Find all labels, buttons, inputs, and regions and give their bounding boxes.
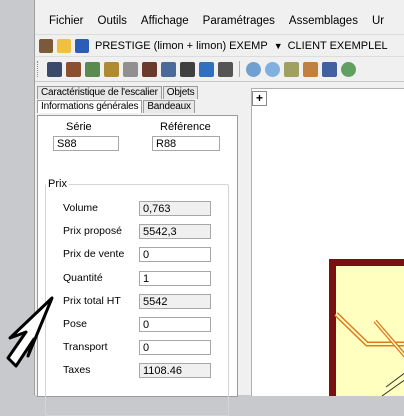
prix-row-label: Prix proposé xyxy=(63,225,122,237)
open-folder-icon[interactable] xyxy=(57,39,71,53)
prix-row-field[interactable]: 0,763 xyxy=(139,201,211,216)
layout-tool-icon[interactable] xyxy=(104,61,119,77)
flip-tool-icon[interactable] xyxy=(66,61,81,77)
reference-field[interactable]: R88 xyxy=(152,136,220,151)
stair-side-icon[interactable] xyxy=(142,61,157,77)
prix-row-field[interactable]: 0 xyxy=(139,317,211,332)
menu-parametrages[interactable]: Paramétrages xyxy=(196,15,282,27)
application-window: Fichier Outils Affichage Paramétrages As… xyxy=(34,0,404,416)
stair-3d-icon[interactable] xyxy=(218,61,233,77)
tab-informations-generales[interactable]: Informations générales xyxy=(37,100,143,113)
drawing-canvas[interactable] xyxy=(251,88,404,409)
prix-row-field[interactable]: 0 xyxy=(139,340,211,355)
tab-row-bottom: Informations générales Bandeaux xyxy=(37,100,196,113)
stair-tool-icon[interactable] xyxy=(47,61,62,77)
warning-icon[interactable] xyxy=(180,61,195,77)
project-icon[interactable] xyxy=(39,39,53,53)
tab-objets[interactable]: Objets xyxy=(162,86,199,99)
menu-outils[interactable]: Outils xyxy=(91,15,134,27)
toolbar-grip[interactable] xyxy=(37,61,41,77)
menu-assemblages[interactable]: Assemblages xyxy=(282,15,365,27)
toolbar-separator xyxy=(239,61,240,77)
prix-row-field[interactable]: 5542 xyxy=(139,294,211,309)
prix-row-label: Prix de vente xyxy=(63,248,125,260)
tab-row-top: Caractéristique de l'escalier Objets xyxy=(37,86,199,99)
project-toolbar: PRESTIGE (limon + limon) EXEMP ▼ CLIENT … xyxy=(35,34,404,57)
save-icon[interactable] xyxy=(75,39,89,53)
menu-fichier[interactable]: Fichier xyxy=(35,15,91,27)
tab-caracteristique-escalier[interactable]: Caractéristique de l'escalier xyxy=(37,86,162,99)
stair-view-icon[interactable] xyxy=(161,61,176,77)
zoom-fit-icon[interactable] xyxy=(284,61,299,77)
project-name[interactable]: PRESTIGE (limon + limon) EXEMP xyxy=(95,40,268,52)
measure-icon[interactable] xyxy=(322,61,337,77)
reference-label: Référence xyxy=(160,121,211,133)
client-name[interactable]: CLIENT EXEMPLEL xyxy=(288,40,388,52)
tools-toolbar xyxy=(35,56,404,82)
prix-row-field[interactable]: 1108.46 xyxy=(139,363,211,378)
blue-shape-icon[interactable] xyxy=(199,61,214,77)
image-tool-icon[interactable] xyxy=(85,61,100,77)
prix-row-label: Prix total HT xyxy=(63,295,121,307)
tab-bandeaux[interactable]: Bandeaux xyxy=(143,100,195,113)
rotate-icon[interactable] xyxy=(341,61,356,77)
serie-label: Série xyxy=(66,121,92,133)
prix-row-label: Quantité xyxy=(63,272,103,284)
prix-row-field[interactable]: 1 xyxy=(139,271,211,286)
stair-area xyxy=(336,266,404,409)
prix-row-field[interactable]: 5542,3 xyxy=(139,224,211,239)
chevron-down-icon[interactable]: ▼ xyxy=(274,41,283,51)
pencil-icon[interactable] xyxy=(303,61,318,77)
stair-drawing xyxy=(329,259,404,409)
zoom-in-icon[interactable] xyxy=(246,61,261,77)
menu-affichage[interactable]: Affichage xyxy=(134,15,196,27)
menu-ur[interactable]: Ur xyxy=(365,15,391,27)
prix-group-title: Prix xyxy=(46,178,69,190)
prix-row-label: Volume xyxy=(63,202,99,214)
steps-tool-icon[interactable] xyxy=(123,61,138,77)
menu-bar: Fichier Outils Affichage Paramétrages As… xyxy=(35,10,404,32)
mouse-pointer-icon xyxy=(6,296,54,368)
drawing-area: + xyxy=(244,84,404,409)
add-view-button[interactable]: + xyxy=(252,91,267,106)
prix-row-field[interactable]: 0 xyxy=(139,247,211,262)
serie-field[interactable]: S88 xyxy=(53,136,119,151)
zoom-out-icon[interactable] xyxy=(265,61,280,77)
